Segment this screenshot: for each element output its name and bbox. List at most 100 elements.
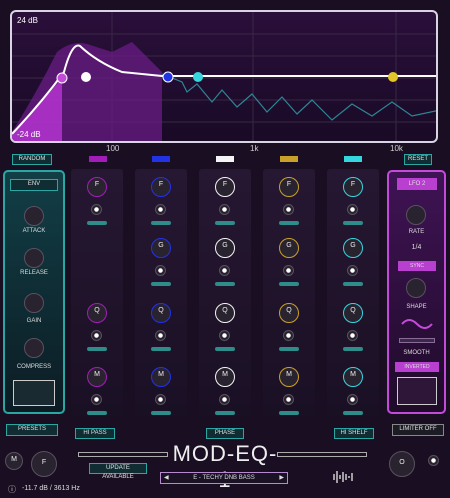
compress-knob[interactable]	[24, 338, 44, 358]
band3-swatch[interactable]	[216, 156, 234, 162]
band2-mod-bar-3[interactable]	[151, 411, 171, 415]
info-icon[interactable]: ⓘ	[8, 484, 16, 495]
release-knob[interactable]	[24, 248, 44, 268]
lfo-panel: LFO 2 RATE 1/4 SYNC SHAPE SMOOTH INVERTE…	[387, 170, 446, 414]
band1-dot-0[interactable]	[91, 204, 102, 215]
eq-top-db: 24 dB	[17, 16, 38, 25]
band5-dot-0[interactable]	[347, 204, 358, 215]
preset-next[interactable]: ▶	[279, 473, 284, 483]
band5-swatch[interactable]	[344, 156, 362, 162]
band1-mod-bar-0[interactable]	[87, 221, 107, 225]
phase-button[interactable]: PHASE	[206, 428, 244, 439]
band3-mod-bar-1[interactable]	[215, 282, 235, 286]
band4-dot-1[interactable]	[283, 265, 294, 276]
hi-shelf-button[interactable]: HI SHELF	[334, 428, 374, 439]
o-label: O	[399, 459, 405, 466]
band3-knob-label-1: G	[222, 242, 228, 249]
band2-mod-bar-0[interactable]	[151, 221, 171, 225]
env-panel: ENV ATTACK RELEASE GAIN COMPRESS	[3, 170, 65, 414]
band4-mod-bar-0[interactable]	[279, 221, 299, 225]
band1-mod-bar-3[interactable]	[87, 411, 107, 415]
release-label: RELEASE	[20, 270, 48, 276]
band1-swatch[interactable]	[89, 156, 107, 162]
band3-mod-bar-0[interactable]	[215, 221, 235, 225]
band4-dot-0[interactable]	[283, 204, 294, 215]
band5-dot-3[interactable]	[347, 394, 358, 405]
preset-prev[interactable]: ◀	[164, 473, 169, 483]
limiter-button[interactable]: LIMITER OFF	[392, 424, 444, 436]
band4-knob-label-2: Q	[286, 307, 292, 314]
band3-knob-label-3: M	[222, 371, 228, 378]
band4-mod-bar-3[interactable]	[279, 411, 299, 415]
eq-bottom-db: -24 dB	[17, 130, 41, 139]
attack-knob[interactable]	[24, 206, 44, 226]
output-dot[interactable]	[428, 455, 439, 466]
band3-dot-2[interactable]	[219, 330, 230, 341]
band5-mod-bar-3[interactable]	[343, 411, 363, 415]
band3-knob-label-0: F	[222, 181, 228, 188]
band2-dot-1[interactable]	[155, 265, 166, 276]
band4-mod-bar-2[interactable]	[279, 347, 299, 351]
band4-swatch[interactable]	[280, 156, 298, 162]
rate-knob[interactable]	[406, 205, 426, 225]
band5-dot-1[interactable]	[347, 265, 358, 276]
lfo-scope	[397, 377, 437, 405]
inverted-button[interactable]: INVERTED	[395, 362, 439, 372]
band2-knob-label-2: Q	[158, 307, 164, 314]
band1-dot-2[interactable]	[91, 330, 102, 341]
gain-knob[interactable]	[24, 293, 44, 313]
random-button[interactable]: RANDOM	[12, 154, 52, 165]
band1-mod-bar-2[interactable]	[87, 347, 107, 351]
freq-100: 100	[106, 144, 120, 153]
freq-1k: 1k	[250, 144, 259, 153]
band5-mod-bar-2[interactable]	[343, 347, 363, 351]
attack-label: ATTACK	[22, 228, 46, 234]
rate-value: 1/4	[411, 244, 422, 251]
band3-dot-1[interactable]	[219, 265, 230, 276]
band2-mod-bar-1[interactable]	[151, 282, 171, 286]
band2-dot-2[interactable]	[155, 330, 166, 341]
band4-knob-label-3: M	[286, 371, 292, 378]
waveform-icon	[333, 471, 353, 483]
sync-button[interactable]: SYNC	[398, 261, 436, 271]
band2-mod-bar-2[interactable]	[151, 347, 171, 351]
gain-label: GAIN	[26, 318, 42, 324]
plugin-title: MOD-EQ-1	[172, 441, 278, 492]
env-scope	[13, 380, 55, 406]
band4-dot-3[interactable]	[283, 394, 294, 405]
band2-swatch[interactable]	[152, 156, 170, 162]
band5-mod-bar-1[interactable]	[343, 282, 363, 286]
preset-selector[interactable]: ◀ E - TECHY DNB BASS ▶	[160, 472, 288, 484]
band1-knob-label-0: F	[94, 181, 100, 188]
update-button[interactable]: UPDATE AVAILABLE	[89, 463, 147, 480]
reset-button[interactable]: RESET	[404, 154, 432, 165]
env-mode[interactable]: ENV	[10, 179, 58, 191]
shape-label: SHAPE	[406, 304, 427, 310]
band2-dot-3[interactable]	[155, 394, 166, 405]
band4-mod-bar-1[interactable]	[279, 282, 299, 286]
band5-mod-bar-0[interactable]	[343, 221, 363, 225]
left-meter	[78, 452, 168, 457]
band1-dot-3[interactable]	[91, 394, 102, 405]
freq-10k: 10k	[390, 144, 403, 153]
smooth-slider[interactable]	[399, 338, 435, 343]
lfo-mode[interactable]: LFO 2	[397, 178, 437, 190]
band5-knob-label-0: F	[350, 181, 356, 188]
band3-dot-3[interactable]	[219, 394, 230, 405]
compress-label: COMPRESS	[16, 364, 52, 370]
band1-knob-label-3: M	[94, 371, 100, 378]
hi-pass-button[interactable]: HI PASS	[75, 428, 115, 439]
band5-knob-label-3: M	[350, 371, 356, 378]
band4-dot-2[interactable]	[283, 330, 294, 341]
band3-mod-bar-2[interactable]	[215, 347, 235, 351]
readout: -11.7 dB / 3613 Hz	[22, 485, 80, 492]
preset-name: E - TECHY DNB BASS	[193, 475, 255, 481]
band2-dot-0[interactable]	[155, 204, 166, 215]
band5-dot-2[interactable]	[347, 330, 358, 341]
shape-knob[interactable]	[406, 278, 426, 298]
band1-knob-label-2: Q	[94, 307, 100, 314]
presets-button[interactable]: PRESETS	[6, 424, 58, 436]
eq-display[interactable]: 24 dB -24 dB	[10, 10, 438, 143]
band3-dot-0[interactable]	[219, 204, 230, 215]
band3-mod-bar-3[interactable]	[215, 411, 235, 415]
